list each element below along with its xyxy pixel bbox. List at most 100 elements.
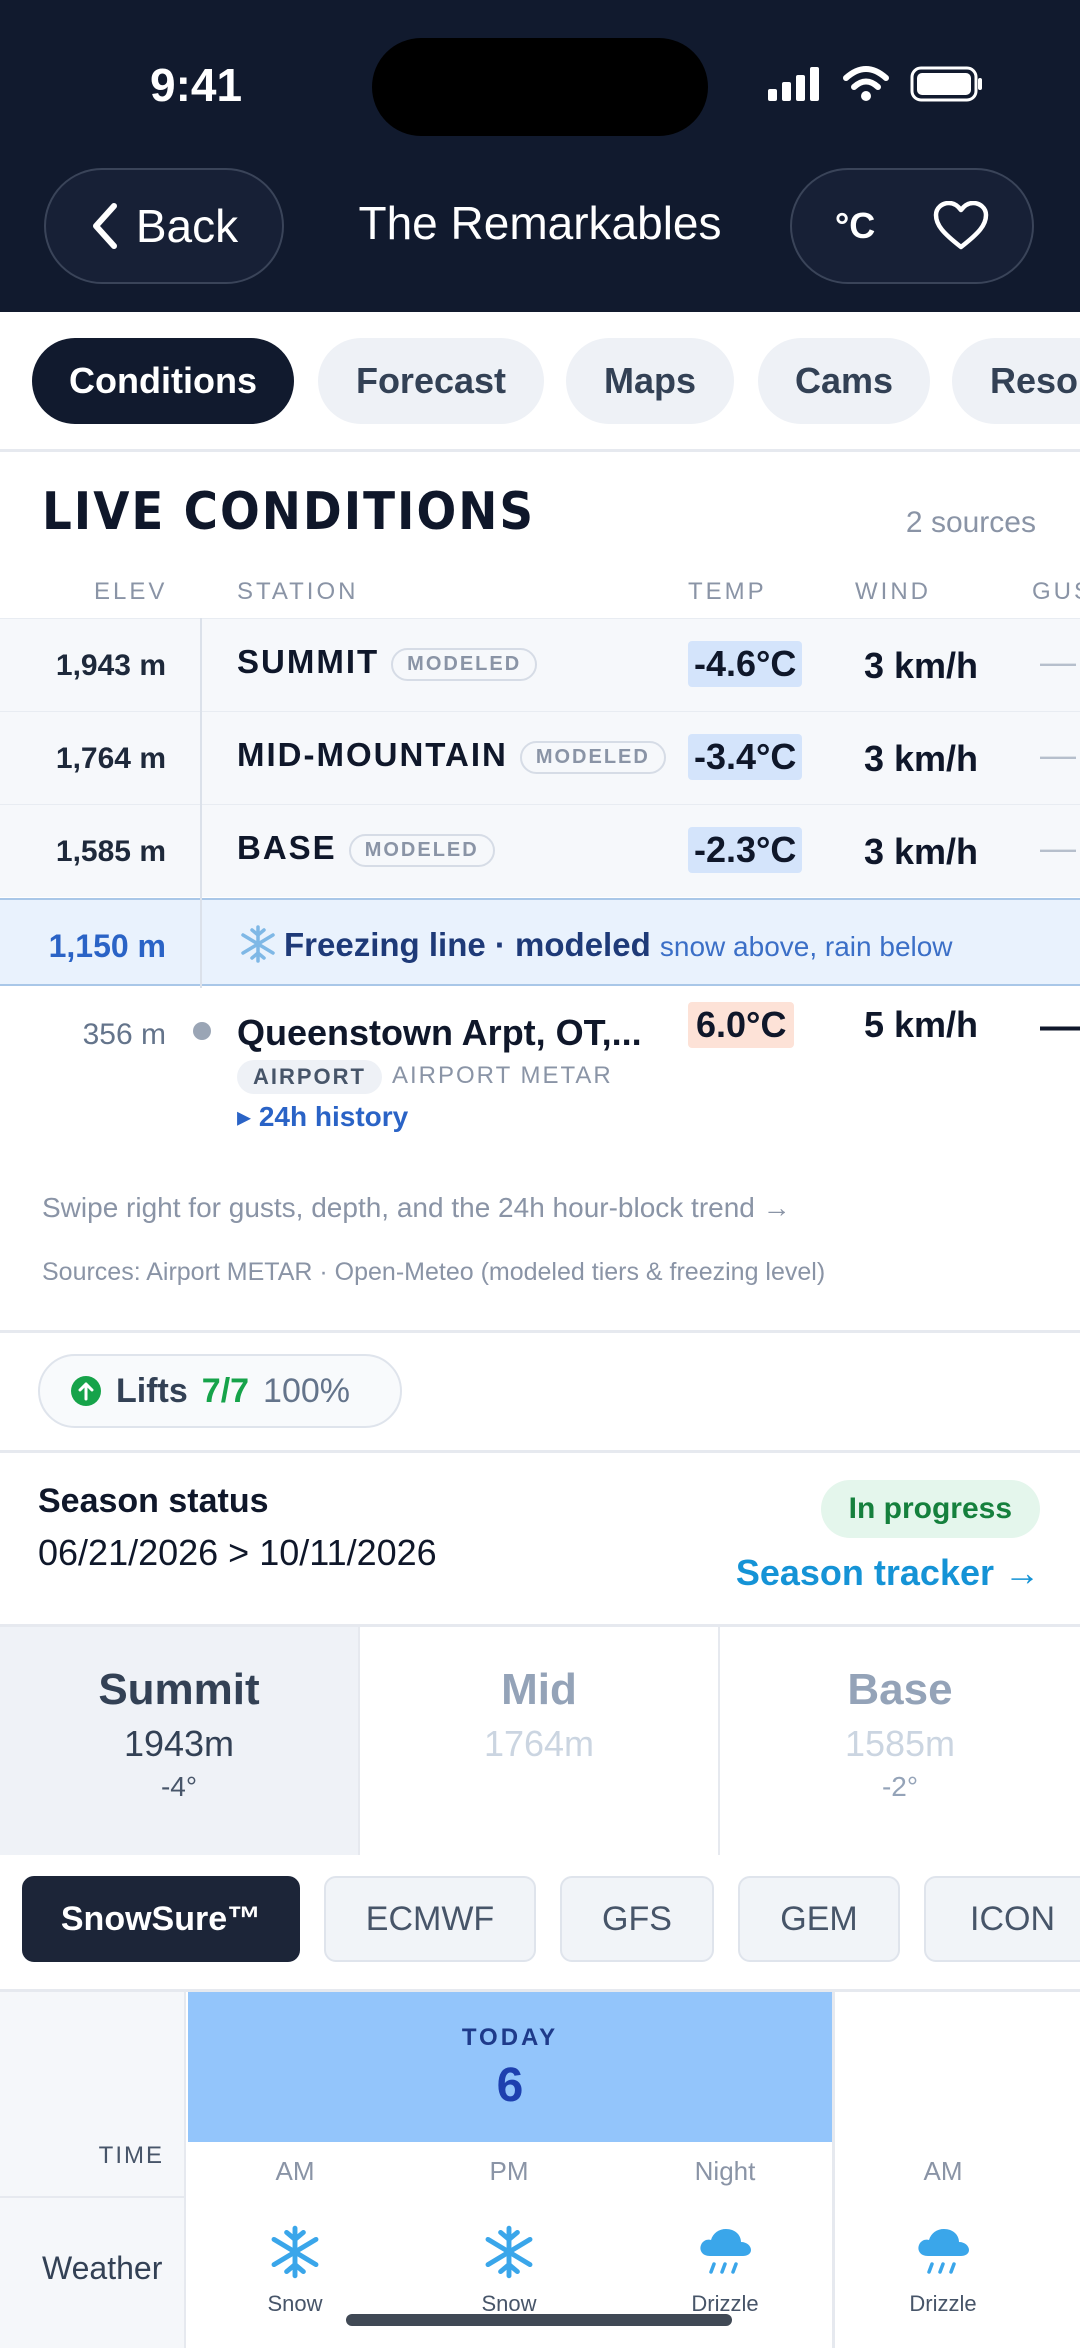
unit-toggle[interactable]: °C (835, 205, 875, 247)
station-row-mid[interactable]: 1,764 m MID-MOUNTAIN MODELED -3.4°C 3 km/… (0, 711, 1080, 804)
divider (0, 1450, 1080, 1453)
period-label: AM (923, 2156, 963, 2186)
station-row-base[interactable]: 1,585 m BASE MODELED -2.3°C 3 km/h — (0, 804, 1080, 897)
airport-elev: 356 m (82, 1018, 166, 1051)
col-wind: WIND (855, 578, 931, 605)
lifts-pill[interactable]: Lifts 7/7 100% (38, 1354, 402, 1428)
timeline-dot (193, 1022, 211, 1040)
time-label: TIME (98, 2142, 164, 2169)
tab-forecast[interactable]: Forecast (318, 338, 544, 424)
model-tabs: SnowSure™ ECMWF GFS GEM ICON (0, 1852, 1080, 1992)
airport-source: AIRPORT METAR (392, 1062, 613, 1089)
lifts-label: Lifts (116, 1371, 188, 1410)
freezing-elev: 1,150 m (48, 928, 166, 964)
weather-cell[interactable]: Snow (188, 2224, 402, 2317)
top-bar: 9:41 Back The Remarkables °C (0, 0, 1080, 312)
station-row-airport[interactable]: 356 m Queenstown Arpt, OT,... AIRPORT AI… (0, 988, 1080, 1178)
elevation-tab-base[interactable]: Base 1585m -2° (720, 1627, 1080, 1855)
model-tab-gem[interactable]: GEM (738, 1876, 900, 1962)
season-tracker-link[interactable]: Season tracker → (736, 1552, 1040, 1594)
section-tabs: Conditions Forecast Maps Cams Resor (0, 312, 1080, 452)
row-wind: 3 km/h (864, 645, 979, 686)
forecast-grid: TIME Weather TODAY 6 AM PM Night AM Snow… (0, 1992, 1080, 2348)
period-label: PM (489, 2156, 529, 2186)
elevation-tabs: Summit 1943m -4° Mid 1764m Base 1585m -2… (0, 1624, 1080, 1855)
season-status-badge: In progress (820, 1480, 1040, 1538)
swipe-hint: Swipe right for gusts, depth, and the 24… (42, 1192, 791, 1223)
model-tab-icon[interactable]: ICON (924, 1876, 1080, 1962)
row-labels: TIME Weather (0, 1992, 186, 2348)
row-wind: 3 km/h (864, 831, 979, 872)
snow-icon (485, 2225, 533, 2279)
airport-gust: — (1040, 1004, 1080, 1048)
page-title: The Remarkables (358, 197, 722, 249)
today-label: TODAY (461, 2024, 559, 2051)
row-temp: -4.6°C (688, 641, 803, 687)
row-station: MID-MOUNTAIN MODELED (237, 736, 666, 774)
row-station: SUMMIT MODELED (237, 643, 538, 681)
lifts-value: 7/7 (201, 1371, 250, 1410)
season-label: Season status (38, 1482, 269, 1520)
elevation-tab-mid[interactable]: Mid 1764m (360, 1627, 720, 1855)
row-elev: 1,764 m (55, 742, 166, 775)
modeled-badge: MODELED (391, 647, 538, 681)
heart-icon[interactable] (933, 201, 989, 251)
row-elev: 1,585 m (55, 835, 166, 868)
wifi-icon (843, 66, 889, 101)
row-temp: -2.3°C (688, 827, 803, 873)
period-label: Night (694, 2156, 756, 2186)
divider (0, 2196, 186, 2198)
row-gust: — (1040, 734, 1076, 775)
status-icons (768, 66, 984, 102)
airport-badge: AIRPORT (237, 1060, 382, 1094)
tab-resort[interactable]: Resor (952, 338, 1080, 424)
tab-conditions[interactable]: Conditions (32, 338, 294, 424)
model-tab-snowsure[interactable]: SnowSure™ (22, 1876, 300, 1962)
arrow-up-circle-icon (71, 1376, 101, 1406)
chevron-left-icon (92, 203, 117, 249)
sources-count[interactable]: 2 sources (906, 506, 1036, 540)
col-elev: ELEV (94, 578, 168, 605)
col-temp: TEMP (688, 578, 767, 605)
home-indicator[interactable] (346, 2314, 732, 2326)
header-actions: °C (790, 168, 1034, 284)
history-toggle[interactable]: ▸ 24h history (237, 1100, 408, 1133)
battery-icon (910, 66, 982, 102)
weather-label-text: Drizzle (909, 2291, 977, 2316)
model-tab-ecmwf[interactable]: ECMWF (324, 1876, 536, 1962)
signal-icon (768, 67, 819, 101)
today-header: TODAY 6 (188, 1992, 832, 2142)
back-button[interactable]: Back (44, 168, 284, 284)
row-wind: 3 km/h (864, 738, 979, 779)
weather-cell[interactable]: Drizzle (836, 2224, 1050, 2317)
airport-name: Queenstown Arpt, OT,... (237, 1012, 642, 1053)
freezing-line-row: 1,150 m Freezing line · modeled snow abo… (0, 898, 1080, 986)
status-time: 9:41 (150, 59, 243, 111)
airport-temp: 6.0°C (688, 1002, 795, 1048)
season-dates: 06/21/2026 > 10/11/2026 (38, 1532, 437, 1573)
dynamic-island (372, 38, 708, 136)
snow-icon (271, 2225, 319, 2279)
weather-label: Weather (42, 2250, 163, 2286)
row-gust: — (1040, 641, 1076, 682)
freezing-sub: snow above, rain below (659, 931, 953, 962)
live-conditions-title: LIVE CONDITIONS (42, 482, 536, 542)
back-label: Back (135, 200, 239, 252)
col-gust: GUS (1032, 578, 1080, 605)
row-gust: — (1040, 827, 1076, 868)
tab-maps[interactable]: Maps (566, 338, 734, 424)
weather-cell[interactable]: Snow (402, 2224, 616, 2317)
model-tab-gfs[interactable]: GFS (560, 1876, 714, 1962)
freezing-label: Freezing line · modeled snow above, rain… (238, 924, 953, 964)
modeled-badge: MODELED (519, 740, 666, 774)
lifts-percent: 100% (263, 1371, 351, 1410)
station-row-summit[interactable]: 1,943 m SUMMIT MODELED -4.6°C 3 km/h — (0, 618, 1080, 711)
today-number: 6 (496, 2059, 524, 2112)
row-elev: 1,943 m (55, 649, 166, 682)
elevation-tab-summit[interactable]: Summit 1943m -4° (0, 1627, 360, 1855)
drizzle-icon (700, 2229, 751, 2274)
tab-cams[interactable]: Cams (758, 338, 930, 424)
weather-cell[interactable]: Drizzle (618, 2224, 832, 2317)
drizzle-icon (918, 2229, 969, 2274)
day-divider (832, 1992, 835, 2348)
